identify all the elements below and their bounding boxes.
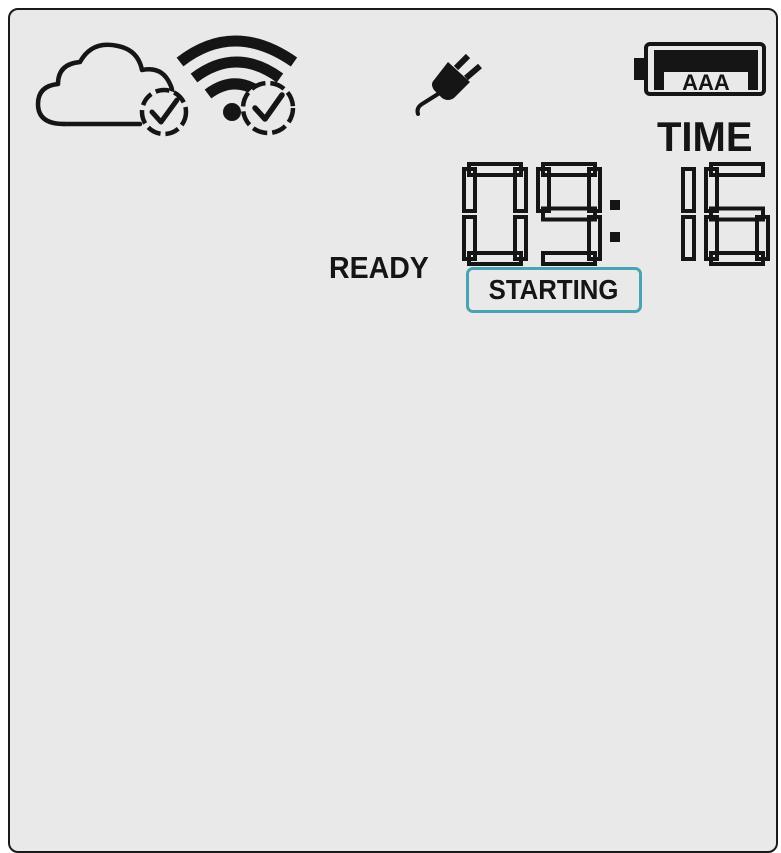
minute-tens-digit-segment-b bbox=[681, 167, 696, 213]
battery-icon: AAA bbox=[634, 42, 766, 96]
minute-tens-digit-segment-c bbox=[681, 215, 696, 261]
status-text: STARTING bbox=[489, 274, 619, 305]
power-plug-icon bbox=[415, 54, 482, 116]
clock-display bbox=[462, 162, 770, 266]
clock-colon-bottom bbox=[610, 232, 620, 242]
clock-colon-top bbox=[610, 200, 620, 210]
ready-label: READY bbox=[329, 250, 429, 285]
lcd-display: AAA TIME READY STARTING bbox=[8, 8, 778, 853]
wifi-connected-icon bbox=[176, 35, 298, 136]
time-label: TIME bbox=[657, 114, 753, 161]
battery-type-label: AAA bbox=[682, 70, 730, 95]
status-indicator: STARTING bbox=[466, 267, 642, 313]
